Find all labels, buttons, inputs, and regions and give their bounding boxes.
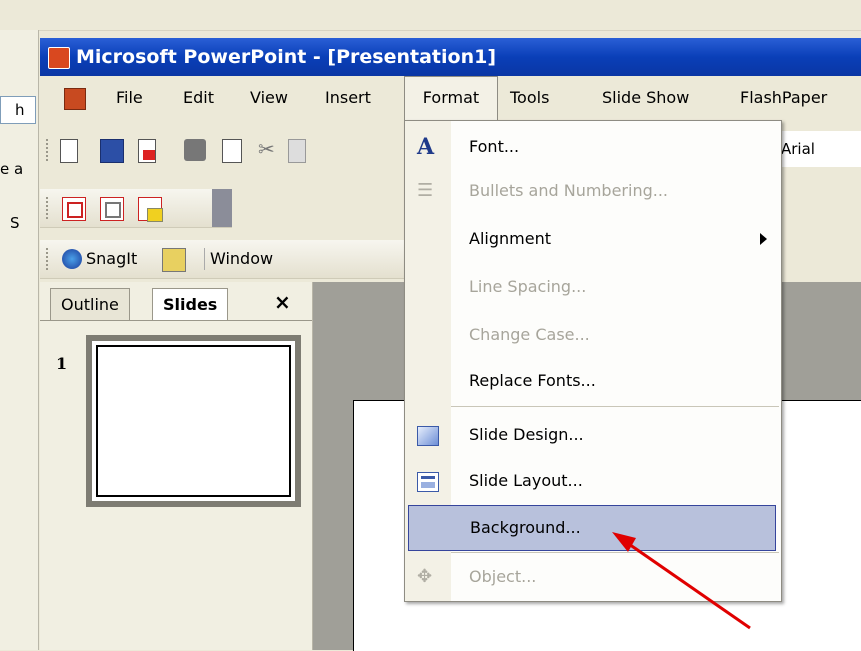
menu-item-label: Font... bbox=[469, 137, 520, 156]
menu-item-label: Change Case... bbox=[469, 325, 590, 344]
menu-tools[interactable]: Tools bbox=[508, 76, 551, 120]
background-field: h bbox=[0, 96, 36, 124]
menu-slide-show[interactable]: Slide Show bbox=[600, 76, 691, 120]
menu-item-label: Alignment bbox=[469, 229, 551, 248]
window-dropdown-label[interactable]: Window bbox=[210, 240, 273, 278]
window-title: Microsoft PowerPoint - [Presentation1] bbox=[76, 46, 497, 68]
title-bar[interactable]: Microsoft PowerPoint - [Presentation1] bbox=[40, 38, 861, 76]
toolbar-grip[interactable] bbox=[46, 248, 51, 270]
menu-item-bullets-numbering[interactable]: ☰ Bullets and Numbering... bbox=[405, 169, 781, 213]
snagit-capture-icon[interactable] bbox=[162, 248, 186, 272]
menu-item-label: Background... bbox=[470, 518, 581, 537]
slide-number: 1 bbox=[56, 354, 68, 373]
new-icon[interactable] bbox=[60, 139, 78, 163]
menu-item-object[interactable]: ✥ Object... bbox=[405, 555, 781, 599]
permission-icon[interactable] bbox=[138, 139, 156, 163]
background-text-fragment: e a bbox=[0, 160, 24, 178]
print-icon[interactable] bbox=[184, 139, 206, 161]
document-icon[interactable] bbox=[64, 88, 86, 110]
close-pane-icon[interactable]: × bbox=[274, 290, 291, 314]
save-icon[interactable] bbox=[100, 139, 124, 163]
menu-item-font[interactable]: A Font... bbox=[405, 125, 781, 169]
cut-icon[interactable]: ✂ bbox=[258, 137, 275, 161]
font-a-icon: A bbox=[417, 134, 435, 160]
submenu-arrow-icon bbox=[760, 233, 767, 245]
menu-bar: File Edit View Insert Format Tools Slide… bbox=[40, 76, 861, 121]
menu-item-label: Slide Layout... bbox=[469, 471, 583, 490]
menu-flashpaper[interactable]: FlashPaper bbox=[738, 76, 829, 120]
menu-item-label: Bullets and Numbering... bbox=[469, 181, 669, 200]
slide-thumbnail[interactable] bbox=[86, 335, 301, 507]
menu-item-replace-fonts[interactable]: Replace Fonts... bbox=[405, 359, 781, 403]
format-menu: A Font... ☰ Bullets and Numbering... Ali… bbox=[404, 120, 782, 602]
powerpoint-app-icon[interactable] bbox=[48, 47, 70, 69]
snagit-toolbar: SnagIt Window bbox=[40, 240, 404, 279]
tab-outline[interactable]: Outline bbox=[50, 288, 130, 321]
convert-to-pdf-review-icon[interactable] bbox=[100, 197, 124, 221]
menu-item-line-spacing[interactable]: Line Spacing... bbox=[405, 265, 781, 309]
slides-pane: Outline Slides × 1 bbox=[40, 282, 313, 650]
menu-item-label: Slide Design... bbox=[469, 425, 584, 444]
menu-item-alignment[interactable]: Alignment bbox=[405, 217, 781, 261]
menu-separator bbox=[451, 406, 779, 407]
menu-item-label: Replace Fonts... bbox=[469, 371, 596, 390]
tab-slides[interactable]: Slides bbox=[152, 288, 229, 321]
acrobat-toolbar bbox=[40, 189, 232, 228]
toolbar-grip[interactable] bbox=[46, 197, 51, 219]
convert-and-email-icon[interactable] bbox=[138, 197, 163, 222]
menu-file[interactable]: File bbox=[114, 76, 145, 120]
menu-edit[interactable]: Edit bbox=[181, 76, 216, 120]
background-text-fragment: S bbox=[10, 214, 20, 232]
font-name-box[interactable]: Arial bbox=[774, 131, 861, 167]
background-window-edge: h e a S bbox=[0, 30, 39, 650]
toolbar-separator bbox=[204, 248, 205, 270]
slide-thumbnail-canvas bbox=[96, 345, 291, 497]
menu-item-label: Object... bbox=[469, 567, 537, 586]
convert-to-pdf-icon[interactable] bbox=[62, 197, 86, 221]
slide-design-icon bbox=[417, 426, 439, 446]
menu-item-background[interactable]: Background... bbox=[408, 505, 776, 551]
toolbar-grip[interactable] bbox=[46, 139, 51, 161]
menu-item-slide-design[interactable]: Slide Design... bbox=[405, 413, 781, 457]
bullets-icon: ☰ bbox=[417, 180, 434, 201]
tab-divider bbox=[40, 320, 312, 321]
menu-item-change-case[interactable]: Change Case... bbox=[405, 313, 781, 357]
object-icon: ✥ bbox=[417, 566, 433, 587]
menu-insert[interactable]: Insert bbox=[323, 76, 373, 120]
copy-icon[interactable] bbox=[288, 139, 306, 163]
menu-item-label: Line Spacing... bbox=[469, 277, 587, 296]
snagit-button-label[interactable]: SnagIt bbox=[86, 240, 137, 278]
slide-layout-icon bbox=[417, 472, 439, 492]
font-name-value: Arial bbox=[781, 140, 815, 158]
snagit-icon[interactable] bbox=[62, 249, 82, 269]
menu-view[interactable]: View bbox=[248, 76, 290, 120]
menu-format[interactable]: Format bbox=[404, 76, 498, 121]
toolbar-options-button[interactable] bbox=[212, 189, 232, 227]
print-preview-icon[interactable] bbox=[222, 139, 242, 163]
menu-separator bbox=[451, 552, 779, 553]
outer-window-strip bbox=[0, 0, 861, 31]
menu-item-slide-layout[interactable]: Slide Layout... bbox=[405, 459, 781, 503]
background-text-fragment: h bbox=[15, 101, 25, 119]
